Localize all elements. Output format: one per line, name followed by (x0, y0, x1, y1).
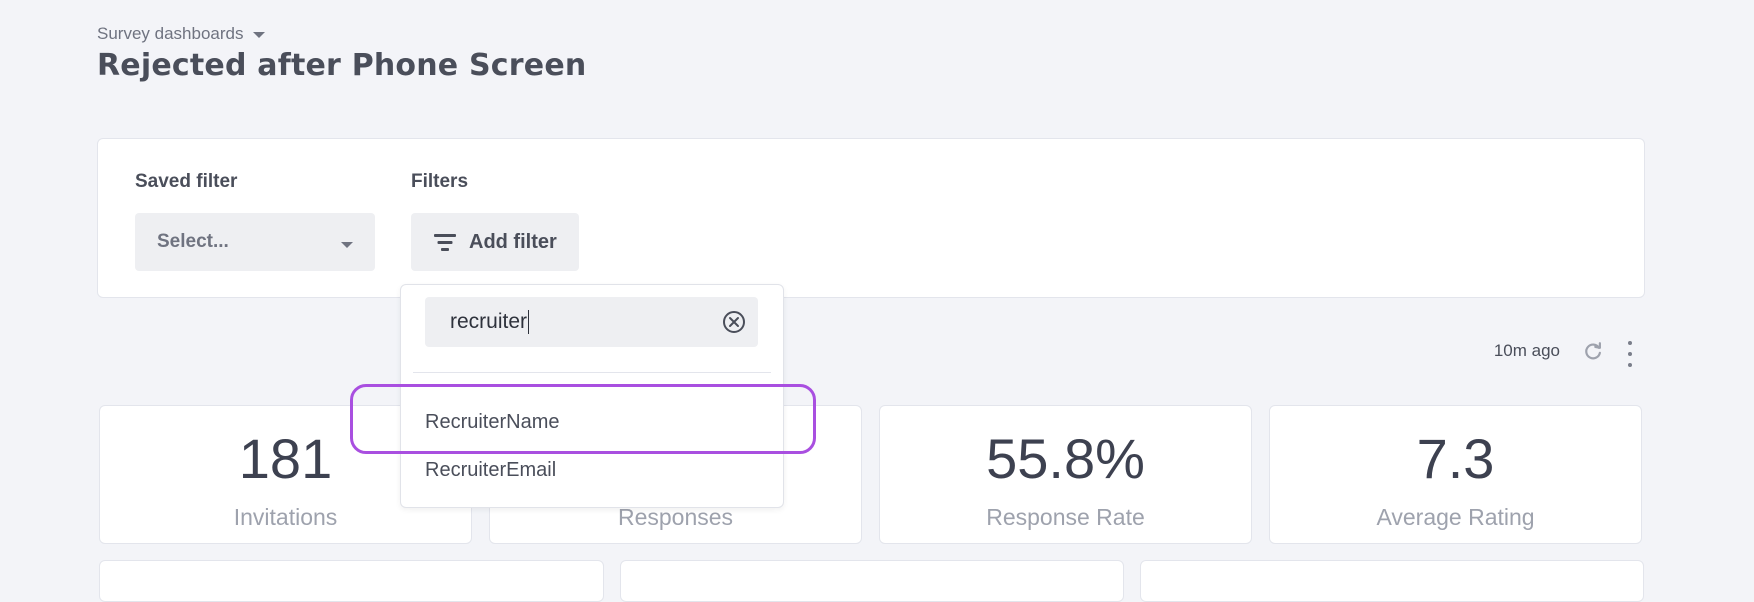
breadcrumb[interactable]: Survey dashboards (97, 24, 266, 44)
saved-filter-select[interactable]: Select... (135, 213, 375, 271)
saved-filter-placeholder: Select... (157, 231, 229, 252)
option-recruiter-email[interactable]: RecruiterEmail (425, 459, 556, 482)
page-title: Rejected after Phone Screen (97, 48, 587, 83)
divider (413, 372, 771, 373)
add-filter-label: Add filter (469, 230, 557, 253)
add-filter-button[interactable]: Add filter (411, 213, 579, 271)
filters-label: Filters (411, 171, 469, 192)
chevron-down-icon (253, 32, 266, 38)
last-updated-text: 10m ago (1493, 341, 1560, 360)
text-cursor (528, 310, 530, 334)
option-recruiter-name[interactable]: RecruiterName (425, 411, 559, 434)
clear-icon[interactable] (722, 310, 746, 334)
chart-card (99, 560, 604, 602)
saved-filter-label: Saved filter (135, 171, 238, 192)
stat-value: 55.8% (986, 427, 1145, 490)
chart-card (1140, 560, 1644, 602)
filter-search-input[interactable]: recruiter (425, 297, 758, 347)
chevron-down-icon (341, 242, 353, 248)
stat-card-response-rate: 55.8% Response Rate (879, 405, 1252, 544)
stat-label: Average Rating (1376, 504, 1535, 530)
more-options-icon[interactable] (1627, 341, 1633, 367)
stat-value: 7.3 (1416, 427, 1495, 490)
stat-label: Responses (617, 504, 734, 530)
refresh-icon[interactable] (1582, 340, 1604, 362)
stat-card-average-rating: 7.3 Average Rating (1269, 405, 1642, 544)
filter-icon (433, 232, 457, 252)
search-value: recruiter (450, 310, 528, 333)
refresh-status: 10m ago (1494, 340, 1604, 362)
stat-label: Invitations (233, 504, 338, 530)
filter-dropdown: recruiter RecruiterName RecruiterEmail (400, 284, 784, 508)
stat-label: Response Rate (986, 504, 1145, 530)
chart-card (620, 560, 1124, 602)
breadcrumb-label: Survey dashboards (97, 24, 244, 43)
filter-panel: Saved filter Select... Filters Add filte… (97, 138, 1645, 298)
